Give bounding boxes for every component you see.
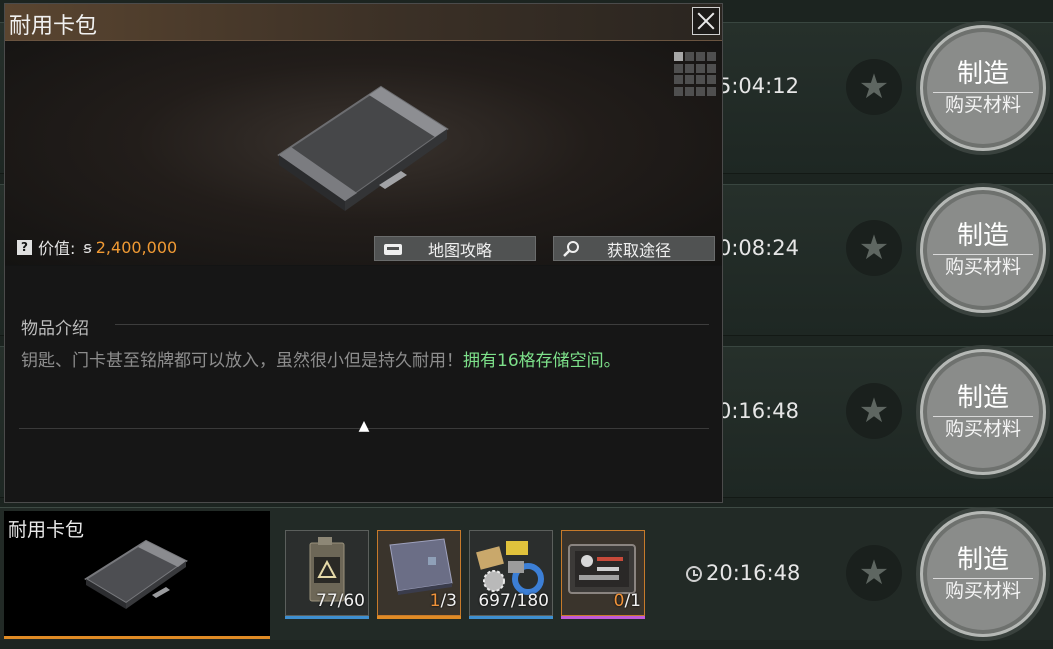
value-amount: 2,400,000: [95, 237, 178, 257]
material-slot[interactable]: 77/60: [285, 530, 369, 619]
product-name: 耐用卡包: [8, 519, 85, 541]
favorite-star-icon[interactable]: ★: [846, 220, 902, 276]
clock-icon: [686, 566, 702, 582]
divider: [933, 91, 1033, 93]
material-slot[interactable]: 1/3: [377, 530, 461, 619]
obtain-route-button[interactable]: 获取途径: [553, 236, 715, 261]
coin-icon: ꞩ: [83, 237, 92, 257]
map-guide-button[interactable]: 地图攻略: [374, 236, 536, 261]
craft-button[interactable]: 制造 购买材料: [920, 187, 1046, 313]
value-label: 价值:: [38, 239, 76, 258]
buy-materials-label: 购买材料: [944, 255, 1021, 278]
favorite-star-icon[interactable]: ★: [846, 383, 902, 439]
craft-button[interactable]: 制造 购买材料: [920, 511, 1046, 637]
value-line: ? 价值: ꞩ 2,400,000: [17, 235, 177, 259]
rarity-bar: [469, 616, 553, 619]
rarity-bar: [561, 616, 645, 619]
map-guide-label: 地图攻略: [427, 240, 492, 260]
close-button[interactable]: [692, 7, 720, 35]
item-detail-popup: 耐用卡包 ? 价值: ꞩ 2,400,000 地图攻略 获取途径 物品介绍 钥匙…: [4, 3, 723, 503]
material-count: 1/3: [429, 591, 457, 611]
craft-timer: 0:08:24: [718, 236, 799, 260]
card-case-icon: [84, 539, 188, 609]
description-header: 物品介绍: [21, 319, 89, 339]
craft-label: 制造: [956, 221, 1009, 252]
description-text: 钥匙、门卡甚至铭牌都可以放入，虽然很小但是持久耐用！拥有16格存储空间。: [21, 351, 621, 371]
divider: [933, 415, 1033, 417]
rarity-bar: [377, 616, 461, 619]
description-panel: 物品介绍 钥匙、门卡甚至铭牌都可以放入，虽然很小但是持久耐用！拥有16格存储空间…: [5, 266, 722, 502]
craft-button[interactable]: 制造 购买材料: [920, 349, 1046, 475]
craft-label: 制造: [956, 383, 1009, 414]
material-slot[interactable]: 697/180: [469, 530, 553, 619]
item-preview: ? 价值: ꞩ 2,400,000 地图攻略 获取途径: [5, 41, 722, 265]
craft-timer: 20:16:48: [706, 561, 801, 585]
material-count: 697/180: [478, 591, 549, 611]
favorite-star-icon[interactable]: ★: [846, 545, 902, 601]
question-icon[interactable]: ?: [17, 239, 32, 255]
craft-label: 制造: [956, 545, 1009, 576]
search-icon: [562, 239, 582, 259]
description-highlight: 拥有16格存储空间。: [463, 351, 621, 371]
map-icon: [383, 239, 403, 259]
popup-title-bar: 耐用卡包: [5, 4, 722, 41]
divider: [115, 324, 709, 325]
craft-timer: 0:16:48: [718, 399, 799, 423]
buy-materials-label: 购买材料: [944, 417, 1021, 440]
card-case-icon: [277, 85, 449, 211]
collapse-arrow-icon[interactable]: ▲: [351, 416, 377, 436]
craft-timer: 5:04:12: [718, 74, 799, 98]
grid-size-icon: [674, 52, 718, 96]
craft-button[interactable]: 制造 购买材料: [920, 25, 1046, 151]
popup-title: 耐用卡包: [9, 14, 98, 39]
buy-materials-label: 购买材料: [944, 579, 1021, 602]
buy-materials-label: 购买材料: [944, 93, 1021, 116]
obtain-route-label: 获取途径: [606, 240, 671, 260]
rarity-bar: [285, 616, 369, 619]
material-count: 77/60: [316, 591, 365, 611]
divider: [933, 577, 1033, 579]
product-slot[interactable]: 耐用卡包: [4, 511, 270, 639]
craft-label: 制造: [956, 59, 1009, 90]
material-count: 0/1: [613, 591, 641, 611]
material-slot[interactable]: 0/1: [561, 530, 645, 619]
favorite-star-icon[interactable]: ★: [846, 59, 902, 115]
divider: [933, 253, 1033, 255]
